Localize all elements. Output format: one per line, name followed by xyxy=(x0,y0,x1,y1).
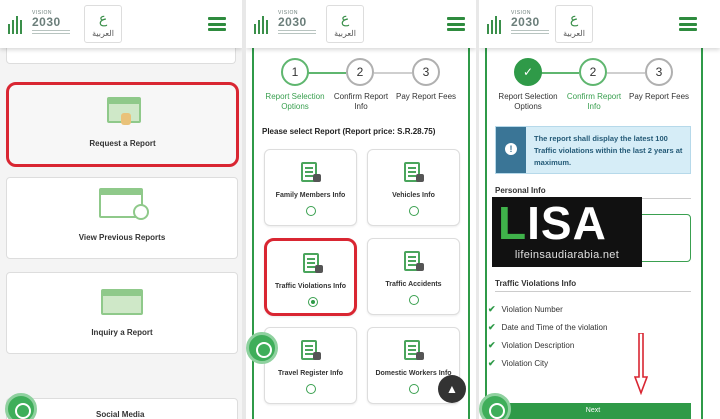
language-arabic-button[interactable]: ع العربية xyxy=(555,5,593,43)
step-2: 2 xyxy=(346,58,374,86)
check-icon: ✔ xyxy=(488,358,496,368)
request-report-card[interactable]: Request a Report xyxy=(6,82,239,167)
view-previous-reports-card[interactable]: View Previous Reports xyxy=(6,177,238,259)
inquiry-report-icon xyxy=(101,289,143,315)
step-1-complete-check-icon: ✓ xyxy=(514,58,542,86)
step-1-label: Report Selection Options xyxy=(498,92,558,111)
app-header: VISION 2030 ع العربية xyxy=(479,0,720,48)
travel-radio[interactable] xyxy=(306,384,316,394)
violation-field-item: ✔ Violation Description xyxy=(488,340,575,350)
report-option-vehicles[interactable]: Vehicles Info xyxy=(367,149,460,226)
step-3-label: Pay Report Fees xyxy=(395,92,457,101)
content-border xyxy=(485,48,487,419)
accidents-radio[interactable] xyxy=(409,295,419,305)
screenshot-collage: VISION 2030 ع العربية Request a Report V… xyxy=(0,0,720,419)
language-arabic-button[interactable]: ع العربية xyxy=(84,5,122,43)
red-down-arrow-icon xyxy=(634,333,648,395)
bars-logo-icon xyxy=(8,14,26,34)
step-2-label: Confirm Report Info xyxy=(566,92,622,111)
vehicles-radio[interactable] xyxy=(409,206,419,216)
vision-2030-logo: VISION 2030 xyxy=(511,10,549,38)
whatsapp-icon[interactable] xyxy=(246,332,278,364)
vision-2030-logo: VISION 2030 xyxy=(278,10,316,38)
check-icon: ✔ xyxy=(488,322,496,332)
report-option-traffic-violations[interactable]: Traffic Violations Info xyxy=(264,238,357,316)
app-header: VISION 2030 ع العربية xyxy=(246,0,476,48)
report-info-notice: ! The report shall display the latest 10… xyxy=(495,126,691,174)
step-3: 3 xyxy=(645,58,673,86)
step-2-label: Confirm Report Info xyxy=(333,92,389,111)
panel-report-selection: VISION 2030 ع العربية 1 2 3 Report Selec… xyxy=(246,0,476,419)
menu-icon[interactable] xyxy=(447,17,465,31)
report-option-travel-register[interactable]: Travel Register Info xyxy=(264,327,357,404)
report-option-traffic-accidents[interactable]: Traffic Accidents xyxy=(367,238,460,315)
personal-info-title: Personal Info xyxy=(495,186,546,195)
report-option-family[interactable]: Family Members Info xyxy=(264,149,357,226)
content-border xyxy=(252,48,254,419)
family-radio[interactable] xyxy=(306,206,316,216)
step-3-label: Pay Report Fees xyxy=(628,92,690,101)
absher-logo-icon: ع xyxy=(340,11,350,27)
next-button[interactable]: Next xyxy=(495,403,691,419)
domestic-radio[interactable] xyxy=(409,384,419,394)
whatsapp-icon[interactable] xyxy=(479,393,511,419)
bars-logo-icon xyxy=(254,14,272,34)
absher-logo-icon: ع xyxy=(569,11,579,27)
bars-logo-icon xyxy=(487,14,505,34)
content-border xyxy=(468,48,470,419)
social-media-label: Social Media xyxy=(96,410,145,419)
vision-2030-logo: VISION 2030 xyxy=(32,10,70,38)
info-icon: ! xyxy=(505,143,517,155)
lisa-watermark-logo: LISA lifeinsaudiarabia.net xyxy=(492,197,642,267)
inquiry-report-card[interactable]: Inquiry a Report xyxy=(6,272,238,354)
step-1-label: Report Selection Options xyxy=(265,92,325,111)
violation-field-item: ✔ Violation Number xyxy=(488,304,563,314)
request-report-label: Request a Report xyxy=(89,139,156,148)
report-price-heading: Please select Report (Report price: S.R.… xyxy=(262,127,436,136)
traffic-violations-title: Traffic Violations Info xyxy=(495,279,577,288)
view-previous-reports-label: View Previous Reports xyxy=(78,233,166,242)
absher-logo-icon: ع xyxy=(98,11,108,27)
whatsapp-icon[interactable] xyxy=(5,393,37,419)
violation-field-item: ✔ Violation City xyxy=(488,358,549,368)
scroll-to-top-button[interactable]: ▲ xyxy=(438,375,466,403)
step-1: 1 xyxy=(281,58,309,86)
violation-field-item: ✔ Date and Time of the violation xyxy=(488,322,608,332)
panel-report-home: VISION 2030 ع العربية Request a Report V… xyxy=(0,0,242,419)
language-arabic-button[interactable]: ع العربية xyxy=(326,5,364,43)
step-3: 3 xyxy=(412,58,440,86)
check-icon: ✔ xyxy=(488,304,496,314)
check-icon: ✔ xyxy=(488,340,496,350)
content-border xyxy=(701,48,703,419)
step-2: 2 xyxy=(579,58,607,86)
inquiry-report-label: Inquiry a Report xyxy=(91,328,153,337)
menu-icon[interactable] xyxy=(208,17,226,31)
traffic-violations-radio[interactable] xyxy=(308,297,318,307)
app-header: VISION 2030 ع العربية xyxy=(0,0,242,48)
menu-icon[interactable] xyxy=(679,17,697,31)
